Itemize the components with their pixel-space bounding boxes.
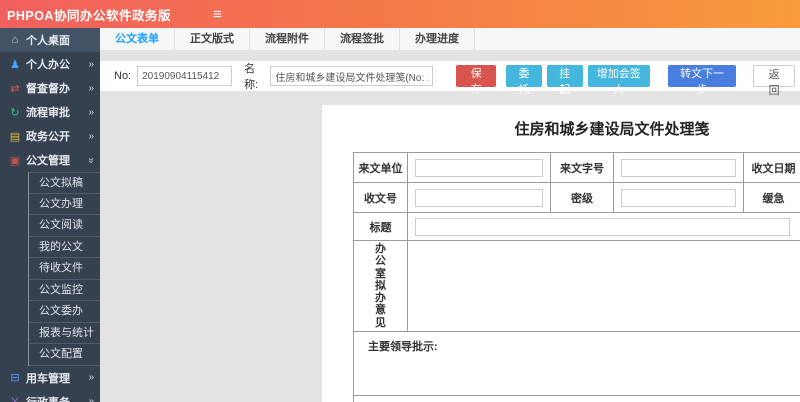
sidebar-subitem-doc-monitor[interactable]: 公文监控 — [29, 280, 100, 301]
secrecy-label: 密级 — [550, 182, 614, 213]
document-management-submenu: 公文拟稿 公文办理 公文阅读 我的公文 待收文件 公文监控 公文委办 报表与统计… — [28, 172, 100, 366]
no-label: No: — [114, 70, 132, 82]
sidebar-item-gov-disclosure[interactable]: ▤ 政务公开 » — [0, 124, 100, 148]
car-icon: ⊟ — [10, 372, 20, 384]
urgency-label: 缓急 — [743, 182, 800, 213]
name-input[interactable] — [270, 66, 434, 86]
sidebar: ⌂ 个人桌面 ♟ 个人办公 » ⇄ 督查督办 » ↻ 流程审批 » ▤ 政务公开… — [0, 28, 100, 402]
from-no-label: 来文字号 — [550, 152, 614, 183]
sidebar-item-vehicle-management[interactable]: ⊟ 用车管理 » — [0, 366, 100, 390]
document-panel: 住房和城乡建设局文件处理笺 来文单位 来文字号 收文日期 收文号 密级 缓急 标… — [322, 105, 800, 402]
sidebar-item-personal-office[interactable]: ♟ 个人办公 » — [0, 52, 100, 76]
chevron-right-icon: » — [88, 58, 94, 70]
sidebar-item-label: 政务公开 — [26, 131, 70, 143]
sidebar-item-label: 用车管理 — [26, 372, 70, 385]
app-title: PHPOA协同办公软件政务版 — [7, 8, 171, 23]
chevron-right-icon: » — [88, 82, 94, 94]
toolbar: No: 名称: 保存 委托 挂起 增加会签人 转文下一步 返回 — [100, 61, 800, 97]
document-title: 住房和城乡建设局文件处理笺 — [514, 121, 710, 138]
add-countersigner-button[interactable]: 增加会签人 — [587, 65, 650, 96]
tab-flow-attachments[interactable]: 流程附件 — [250, 28, 325, 51]
briefcase-icon: ▣ — [9, 154, 21, 167]
sidebar-item-label: 公文管理 — [26, 155, 70, 167]
tab-flow-signoff[interactable]: 流程签批 — [325, 28, 400, 51]
leader-remark-cell[interactable]: 主要领导批示: — [353, 331, 800, 397]
sidebar-item-document-management[interactable]: ▣ 公文管理 » — [0, 148, 100, 172]
sidebar-item-process-approval[interactable]: ↻ 流程审批 » — [0, 100, 100, 124]
chevron-down-icon: » — [85, 157, 97, 163]
sidebar-subitem-reports-stats[interactable]: 报表与统计 — [29, 323, 100, 344]
app-window: PHPOA协同办公软件政务版 ≡ ⌂ 个人桌面 ♟ 个人办公 » ⇄ 督查督办 … — [0, 0, 800, 402]
calendar-icon: ▤ — [9, 130, 21, 143]
recv-no-input[interactable] — [415, 188, 543, 207]
name-label: 名称: — [244, 63, 259, 91]
sidebar-item-supervision[interactable]: ⇄ 督查督办 » — [0, 76, 100, 100]
sidebar-item-label: 流程审批 — [26, 107, 70, 119]
tab-doc-form[interactable]: 公文表单 — [100, 28, 175, 51]
sidebar-item-admin-affairs[interactable]: Y 行政事务 » — [0, 390, 100, 402]
forward-next-step-button[interactable]: 转文下一步 — [667, 65, 737, 96]
document-form-table: 来文单位 来文字号 收文日期 收文号 密级 缓急 标题 办公室拟办意见 主要领导… — [353, 152, 800, 402]
tab-bar: 公文表单 正文版式 流程附件 流程签批 办理进度 — [100, 28, 800, 51]
from-unit-input[interactable] — [415, 158, 543, 177]
home-icon: ⌂ — [11, 34, 19, 46]
table-row: 收文号 密级 缓急 — [353, 182, 800, 213]
from-no-input[interactable] — [621, 158, 736, 177]
deputy-remark-cell[interactable]: 分管领导批示: — [353, 395, 800, 402]
delegate-button[interactable]: 委托 — [506, 65, 542, 96]
doc-title-input[interactable] — [415, 217, 790, 236]
person-icon: ♟ — [10, 58, 20, 71]
sidebar-subitem-doc-config[interactable]: 公文配置 — [29, 344, 100, 366]
recv-no-label: 收文号 — [353, 182, 408, 213]
office-opinion-cell[interactable] — [407, 239, 800, 333]
sidebar-subitem-doc-read[interactable]: 公文阅读 — [29, 215, 100, 237]
chevron-right-icon: » — [88, 130, 94, 142]
tab-progress[interactable]: 办理进度 — [400, 28, 475, 51]
office-opinion-label-cell: 办公室拟办意见 — [353, 239, 408, 333]
table-row: 主要领导批示: — [353, 331, 800, 397]
shuffle-icon: ⇄ — [10, 82, 20, 95]
table-row: 标题 — [353, 212, 800, 241]
recv-date-label: 收文日期 — [743, 152, 800, 183]
table-row: 办公室拟办意见 — [353, 239, 800, 333]
sidebar-subitem-doc-draft[interactable]: 公文拟稿 — [29, 172, 100, 194]
save-button[interactable]: 保存 — [456, 65, 497, 96]
sidebar-item-personal-desktop[interactable]: ⌂ 个人桌面 — [0, 28, 100, 52]
sidebar-subitem-my-docs[interactable]: 我的公文 — [29, 237, 100, 258]
sidebar-subitem-pending-files[interactable]: 待收文件 — [29, 258, 100, 280]
table-row: 来文单位 来文字号 收文日期 — [353, 152, 800, 183]
office-opinion-label: 办公室拟办意见 — [375, 243, 386, 329]
sidebar-item-label: 行政事务 — [26, 394, 88, 402]
secrecy-input[interactable] — [621, 188, 736, 207]
tab-body-layout[interactable]: 正文版式 — [175, 28, 250, 51]
chevron-right-icon: » — [88, 106, 94, 118]
sidebar-subitem-doc-delegate[interactable]: 公文委办 — [29, 301, 100, 323]
suspend-button[interactable]: 挂起 — [546, 65, 583, 96]
doc-title-label: 标题 — [353, 212, 408, 241]
sidebar-item-label: 督查督办 — [26, 83, 70, 95]
hamburger-icon[interactable]: ≡ — [213, 7, 222, 22]
table-row: 分管领导批示: — [353, 395, 800, 402]
chevron-right-icon: » — [88, 372, 94, 383]
cycle-icon: ↻ — [10, 106, 20, 119]
funnel-icon: Y — [11, 395, 19, 402]
from-unit-label: 来文单位 — [353, 152, 408, 183]
back-button[interactable]: 返回 — [753, 65, 796, 97]
sidebar-item-label: 个人办公 — [26, 59, 70, 71]
sidebar-subitem-doc-handle[interactable]: 公文办理 — [29, 194, 100, 215]
sidebar-item-label: 个人桌面 — [26, 35, 70, 47]
no-input[interactable] — [137, 66, 233, 86]
chevron-right-icon: » — [88, 396, 94, 402]
top-header: PHPOA协同办公软件政务版 ≡ — [0, 0, 800, 28]
